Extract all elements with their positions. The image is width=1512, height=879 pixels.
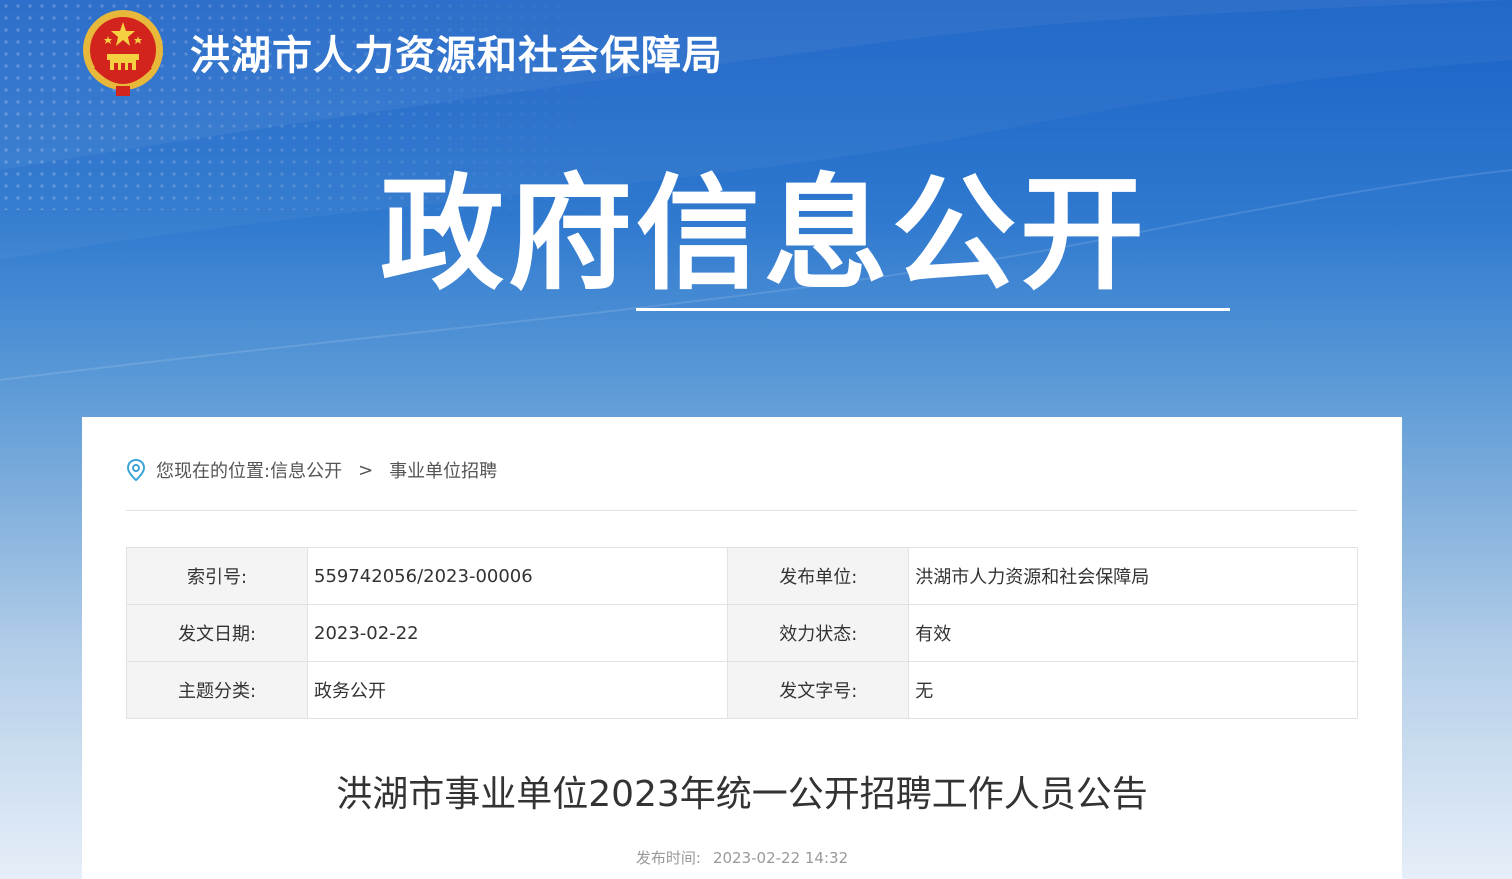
- publish-time: 发布时间: 2023-02-22 14:32: [82, 847, 1402, 869]
- breadcrumb: 您现在的位置: 信息公开 > 事业单位招聘: [126, 457, 497, 483]
- breadcrumb-divider: [126, 510, 1357, 511]
- meta-label: 发布单位:: [727, 547, 910, 605]
- document-meta-table: 索引号: 559742056/2023-00006 发布单位: 洪湖市人力资源和…: [126, 547, 1358, 719]
- meta-value: 有效: [908, 604, 1358, 662]
- table-row: 主题分类: 政务公开 发文字号: 无: [126, 661, 1358, 719]
- meta-value: 2023-02-22: [306, 604, 729, 662]
- meta-label: 发文字号:: [727, 661, 910, 719]
- table-row: 索引号: 559742056/2023-00006 发布单位: 洪湖市人力资源和…: [126, 547, 1358, 605]
- banner-underline: [636, 308, 1230, 311]
- breadcrumb-link-recruitment[interactable]: 事业单位招聘: [389, 457, 497, 483]
- meta-value: 559742056/2023-00006: [306, 547, 729, 605]
- article-title: 洪湖市事业单位2023年统一公开招聘工作人员公告: [336, 774, 1148, 815]
- breadcrumb-prefix: 您现在的位置:: [156, 461, 271, 482]
- breadcrumb-link-info-disclosure[interactable]: 信息公开: [270, 457, 342, 483]
- breadcrumb-separator: >: [358, 459, 374, 481]
- national-emblem-icon: [83, 10, 163, 96]
- meta-label: 索引号:: [126, 547, 308, 605]
- meta-value: 洪湖市人力资源和社会保障局: [908, 547, 1358, 605]
- site-name[interactable]: 洪湖市人力资源和社会保障局: [190, 30, 723, 82]
- meta-label: 主题分类:: [126, 661, 308, 719]
- meta-label: 效力状态:: [727, 604, 910, 662]
- table-row: 发文日期: 2023-02-22 效力状态: 有效: [126, 604, 1358, 662]
- content-panel: 您现在的位置: 信息公开 > 事业单位招聘 索引号: 559742056/202…: [82, 417, 1402, 879]
- banner-title: 政府信息公开: [380, 163, 1149, 307]
- meta-label: 发文日期:: [126, 604, 308, 662]
- location-pin-icon: [126, 459, 146, 481]
- meta-value: 无: [908, 661, 1358, 719]
- publish-time-label: 发布时间:: [635, 849, 701, 867]
- publish-time-value: 2023-02-22 14:32: [712, 849, 849, 867]
- meta-value: 政务公开: [306, 661, 729, 719]
